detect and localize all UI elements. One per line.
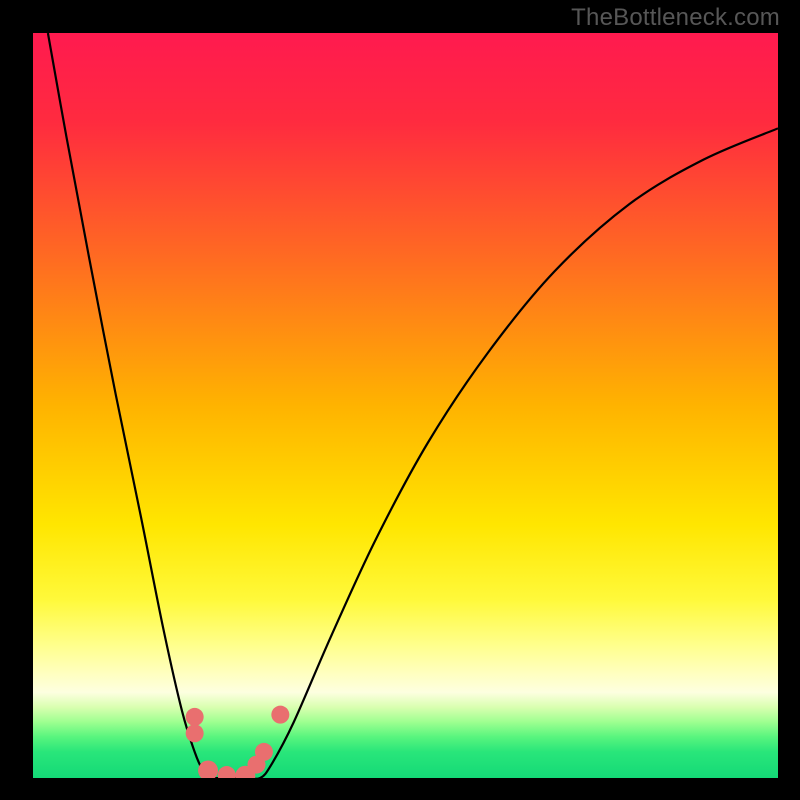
bottleneck-curve: [48, 33, 778, 778]
data-marker: [218, 766, 236, 778]
data-marker: [186, 724, 204, 742]
curve-layer: [33, 33, 778, 778]
data-marker: [198, 761, 218, 778]
data-marker: [271, 706, 289, 724]
marker-group: [186, 706, 290, 778]
chart-stage: TheBottleneck.com: [0, 0, 800, 800]
plot-area: [33, 33, 778, 778]
data-marker: [186, 708, 204, 726]
data-marker: [255, 743, 273, 761]
watermark-text: TheBottleneck.com: [571, 4, 780, 32]
